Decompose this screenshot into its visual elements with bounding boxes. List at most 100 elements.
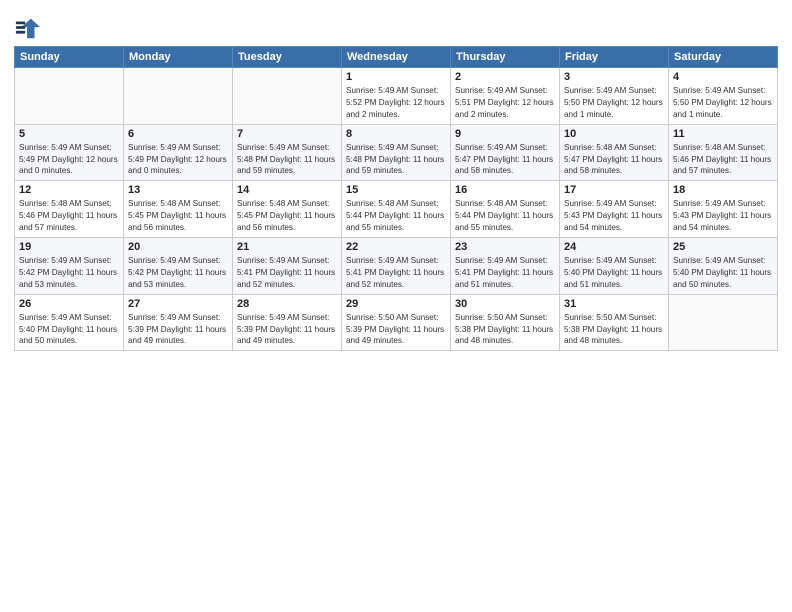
calendar-cell: 10 Sunrise: 5:48 AM Sunset: 5:47 PM Dayli… <box>560 124 669 181</box>
day-info: Sunrise: 5:49 AM Sunset: 5:39 PM Dayligh… <box>237 312 337 348</box>
day-number: 16 <box>455 184 555 196</box>
day-number: 5 <box>19 128 119 140</box>
col-header-thursday: Thursday <box>451 47 560 68</box>
calendar-week-row: 19 Sunrise: 5:49 AM Sunset: 5:42 PM Dayli… <box>15 238 778 295</box>
day-number: 7 <box>237 128 337 140</box>
day-number: 22 <box>346 241 446 253</box>
day-info: Sunrise: 5:50 AM Sunset: 5:38 PM Dayligh… <box>455 312 555 348</box>
day-info: Sunrise: 5:48 AM Sunset: 5:45 PM Dayligh… <box>128 198 228 234</box>
calendar-week-row: 5 Sunrise: 5:49 AM Sunset: 5:49 PM Daylig… <box>15 124 778 181</box>
calendar-header-row: SundayMondayTuesdayWednesdayThursdayFrid… <box>15 47 778 68</box>
calendar-cell: 4 Sunrise: 5:49 AM Sunset: 5:50 PM Daylig… <box>669 68 778 125</box>
calendar-cell: 28 Sunrise: 5:49 AM Sunset: 5:39 PM Dayli… <box>233 294 342 351</box>
day-info: Sunrise: 5:49 AM Sunset: 5:49 PM Dayligh… <box>128 142 228 178</box>
calendar-cell: 14 Sunrise: 5:48 AM Sunset: 5:45 PM Dayli… <box>233 181 342 238</box>
day-info: Sunrise: 5:48 AM Sunset: 5:45 PM Dayligh… <box>237 198 337 234</box>
day-number: 30 <box>455 298 555 310</box>
calendar-cell: 23 Sunrise: 5:49 AM Sunset: 5:41 PM Dayli… <box>451 238 560 295</box>
day-info: Sunrise: 5:49 AM Sunset: 5:52 PM Dayligh… <box>346 85 446 121</box>
calendar-cell: 16 Sunrise: 5:48 AM Sunset: 5:44 PM Dayli… <box>451 181 560 238</box>
day-number: 18 <box>673 184 773 196</box>
calendar-cell: 24 Sunrise: 5:49 AM Sunset: 5:40 PM Dayli… <box>560 238 669 295</box>
day-info: Sunrise: 5:49 AM Sunset: 5:42 PM Dayligh… <box>19 255 119 291</box>
calendar-cell: 6 Sunrise: 5:49 AM Sunset: 5:49 PM Daylig… <box>124 124 233 181</box>
logo-icon <box>14 14 42 42</box>
day-number: 2 <box>455 71 555 83</box>
calendar-cell: 13 Sunrise: 5:48 AM Sunset: 5:45 PM Dayli… <box>124 181 233 238</box>
day-info: Sunrise: 5:49 AM Sunset: 5:42 PM Dayligh… <box>128 255 228 291</box>
day-info: Sunrise: 5:49 AM Sunset: 5:50 PM Dayligh… <box>673 85 773 121</box>
day-info: Sunrise: 5:49 AM Sunset: 5:41 PM Dayligh… <box>455 255 555 291</box>
day-info: Sunrise: 5:49 AM Sunset: 5:51 PM Dayligh… <box>455 85 555 121</box>
day-info: Sunrise: 5:49 AM Sunset: 5:40 PM Dayligh… <box>564 255 664 291</box>
day-number: 13 <box>128 184 228 196</box>
calendar-week-row: 1 Sunrise: 5:49 AM Sunset: 5:52 PM Daylig… <box>15 68 778 125</box>
calendar-cell: 18 Sunrise: 5:49 AM Sunset: 5:43 PM Dayli… <box>669 181 778 238</box>
calendar-cell: 29 Sunrise: 5:50 AM Sunset: 5:39 PM Dayli… <box>342 294 451 351</box>
day-number: 31 <box>564 298 664 310</box>
calendar-cell: 30 Sunrise: 5:50 AM Sunset: 5:38 PM Dayli… <box>451 294 560 351</box>
day-info: Sunrise: 5:48 AM Sunset: 5:46 PM Dayligh… <box>673 142 773 178</box>
day-info: Sunrise: 5:49 AM Sunset: 5:43 PM Dayligh… <box>673 198 773 234</box>
day-info: Sunrise: 5:49 AM Sunset: 5:48 PM Dayligh… <box>346 142 446 178</box>
day-info: Sunrise: 5:49 AM Sunset: 5:40 PM Dayligh… <box>673 255 773 291</box>
day-info: Sunrise: 5:49 AM Sunset: 5:48 PM Dayligh… <box>237 142 337 178</box>
calendar-cell: 15Sunrise: 5:48 AM Sunset: 5:44 PM Dayli… <box>342 181 451 238</box>
day-number: 17 <box>564 184 664 196</box>
calendar-cell <box>669 294 778 351</box>
day-info: Sunrise: 5:49 AM Sunset: 5:39 PM Dayligh… <box>128 312 228 348</box>
logo <box>14 14 44 42</box>
day-info: Sunrise: 5:48 AM Sunset: 5:44 PM Dayligh… <box>455 198 555 234</box>
day-number: 11 <box>673 128 773 140</box>
day-info: Sunrise: 5:49 AM Sunset: 5:40 PM Dayligh… <box>19 312 119 348</box>
calendar-week-row: 12 Sunrise: 5:48 AM Sunset: 5:46 PM Dayli… <box>15 181 778 238</box>
calendar-cell: 8Sunrise: 5:49 AM Sunset: 5:48 PM Daylig… <box>342 124 451 181</box>
day-number: 10 <box>564 128 664 140</box>
day-info: Sunrise: 5:50 AM Sunset: 5:39 PM Dayligh… <box>346 312 446 348</box>
col-header-sunday: Sunday <box>15 47 124 68</box>
calendar-table: SundayMondayTuesdayWednesdayThursdayFrid… <box>14 46 778 351</box>
calendar-cell: 5 Sunrise: 5:49 AM Sunset: 5:49 PM Daylig… <box>15 124 124 181</box>
day-number: 24 <box>564 241 664 253</box>
col-header-wednesday: Wednesday <box>342 47 451 68</box>
calendar-cell: 31Sunrise: 5:50 AM Sunset: 5:38 PM Dayli… <box>560 294 669 351</box>
calendar-cell: 7 Sunrise: 5:49 AM Sunset: 5:48 PM Daylig… <box>233 124 342 181</box>
day-number: 25 <box>673 241 773 253</box>
calendar-cell <box>233 68 342 125</box>
day-number: 9 <box>455 128 555 140</box>
day-number: 14 <box>237 184 337 196</box>
calendar-cell: 22 Sunrise: 5:49 AM Sunset: 5:41 PM Dayli… <box>342 238 451 295</box>
day-info: Sunrise: 5:48 AM Sunset: 5:44 PM Dayligh… <box>346 198 446 234</box>
calendar-cell: 21 Sunrise: 5:49 AM Sunset: 5:41 PM Dayli… <box>233 238 342 295</box>
day-number: 19 <box>19 241 119 253</box>
calendar-cell: 27Sunrise: 5:49 AM Sunset: 5:39 PM Dayli… <box>124 294 233 351</box>
day-info: Sunrise: 5:49 AM Sunset: 5:41 PM Dayligh… <box>237 255 337 291</box>
day-number: 3 <box>564 71 664 83</box>
calendar-cell <box>15 68 124 125</box>
day-info: Sunrise: 5:48 AM Sunset: 5:46 PM Dayligh… <box>19 198 119 234</box>
header <box>14 10 778 42</box>
day-info: Sunrise: 5:49 AM Sunset: 5:43 PM Dayligh… <box>564 198 664 234</box>
day-number: 1 <box>346 71 446 83</box>
calendar-cell: 11 Sunrise: 5:48 AM Sunset: 5:46 PM Dayli… <box>669 124 778 181</box>
calendar-cell: 1 Sunrise: 5:49 AM Sunset: 5:52 PM Daylig… <box>342 68 451 125</box>
day-number: 6 <box>128 128 228 140</box>
day-number: 20 <box>128 241 228 253</box>
day-info: Sunrise: 5:48 AM Sunset: 5:47 PM Dayligh… <box>564 142 664 178</box>
day-number: 23 <box>455 241 555 253</box>
col-header-tuesday: Tuesday <box>233 47 342 68</box>
day-number: 28 <box>237 298 337 310</box>
calendar-cell <box>124 68 233 125</box>
calendar-cell: 2 Sunrise: 5:49 AM Sunset: 5:51 PM Daylig… <box>451 68 560 125</box>
day-info: Sunrise: 5:49 AM Sunset: 5:50 PM Dayligh… <box>564 85 664 121</box>
page: SundayMondayTuesdayWednesdayThursdayFrid… <box>0 0 792 612</box>
calendar-cell: 25 Sunrise: 5:49 AM Sunset: 5:40 PM Dayli… <box>669 238 778 295</box>
day-number: 29 <box>346 298 446 310</box>
day-number: 12 <box>19 184 119 196</box>
day-info: Sunrise: 5:49 AM Sunset: 5:41 PM Dayligh… <box>346 255 446 291</box>
day-info: Sunrise: 5:49 AM Sunset: 5:49 PM Dayligh… <box>19 142 119 178</box>
calendar-cell: 20 Sunrise: 5:49 AM Sunset: 5:42 PM Dayli… <box>124 238 233 295</box>
day-number: 4 <box>673 71 773 83</box>
calendar-cell: 3 Sunrise: 5:49 AM Sunset: 5:50 PM Daylig… <box>560 68 669 125</box>
day-number: 21 <box>237 241 337 253</box>
